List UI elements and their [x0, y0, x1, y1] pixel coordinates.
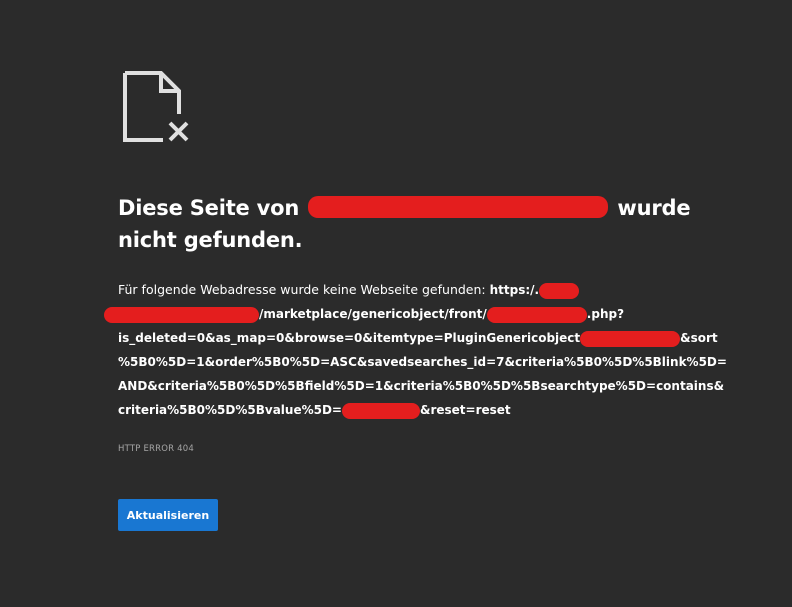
redaction-mark [539, 282, 580, 299]
description-intro: Für folgende Webadresse wurde keine Webs… [118, 282, 486, 297]
url-path: /marketplace/genericobject/front/ [259, 307, 487, 321]
url-line-3a: is_deleted=0&as_map=0&browse=0&itemtype=… [118, 331, 581, 345]
url-line-6a: criteria%5B0%5D%5Bvalue%5D= [118, 403, 342, 417]
redaction-mark [341, 402, 420, 419]
error-page: Diese Seite von wurde nicht gefunden. Fü… [0, 0, 792, 607]
title-part3: nicht gefunden. [118, 228, 303, 252]
url-start: https:/. [489, 283, 540, 297]
reload-button[interactable]: Aktualisieren [118, 499, 218, 531]
url-line-5: AND&criteria%5B0%5D%5Bfield%5D=1&criteri… [118, 379, 725, 393]
url-line-3b: &sort [680, 331, 718, 345]
url-line-6b: &reset=reset [419, 403, 511, 417]
page-title: Diese Seite von wurde nicht gefunden. [118, 192, 718, 256]
redaction-mark [486, 306, 587, 323]
error-code: HTTP ERROR 404 [118, 444, 194, 454]
broken-document-icon [123, 71, 189, 142]
url-line-4: %5B0%5D=1&order%5B0%5D=ASC&savedsearches… [118, 355, 727, 369]
redaction-mark [308, 196, 609, 218]
error-description: Für folgende Webadresse wurde keine Webs… [104, 278, 728, 422]
redaction-mark [580, 330, 681, 347]
url-path-end: .php? [586, 307, 625, 321]
title-part1: Diese Seite von [118, 196, 300, 220]
redaction-mark [104, 306, 259, 323]
title-part2: wurde [617, 196, 691, 220]
